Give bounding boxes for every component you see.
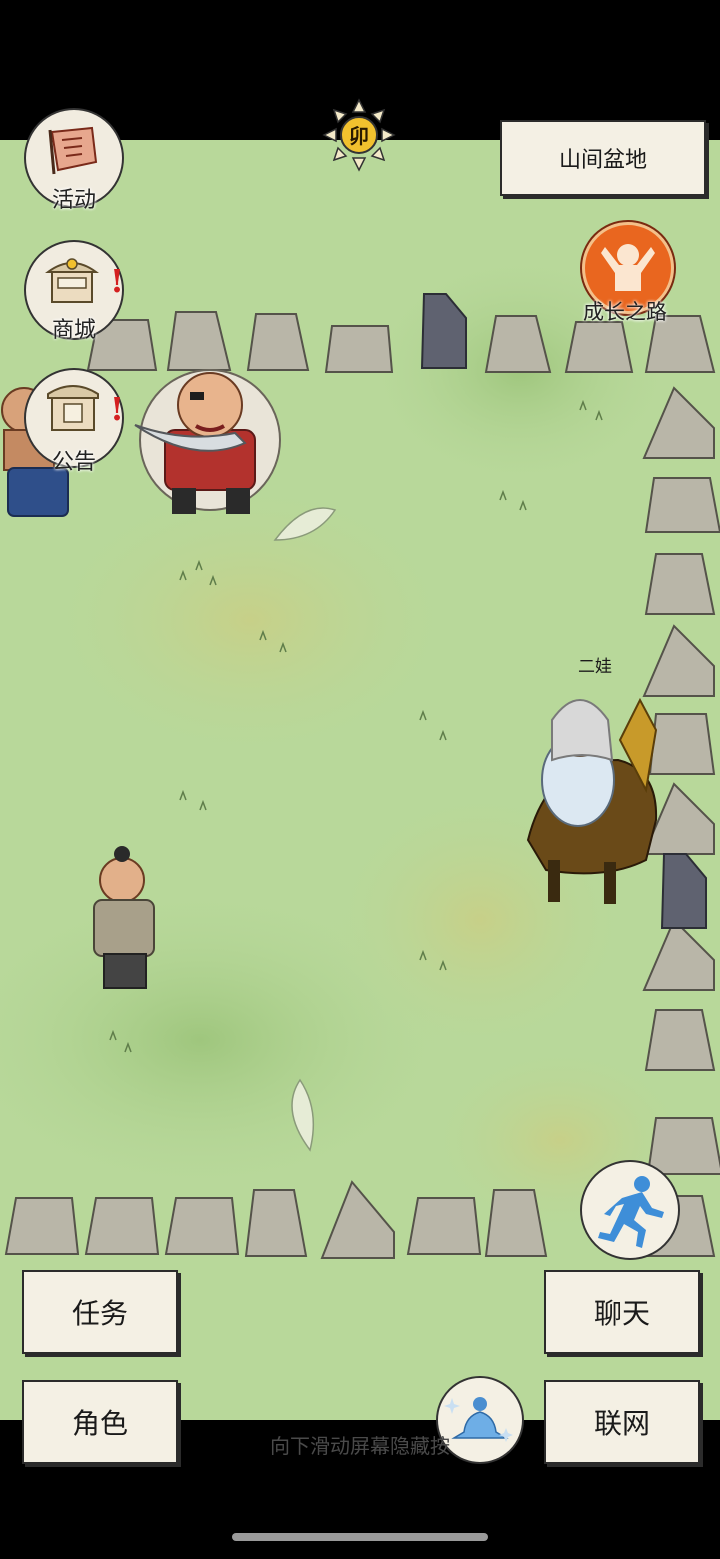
notice-button[interactable]: ! 公告 <box>24 368 124 475</box>
character-button[interactable]: 角色 <box>22 1380 178 1464</box>
online-button[interactable]: 联网 <box>544 1380 700 1464</box>
quest-button[interactable]: 任务 <box>22 1270 178 1354</box>
swipe-hint: 向下滑动屏幕隐藏按 <box>270 1434 450 1458</box>
shop-label: 商城 <box>51 318 96 343</box>
notice-alert-icon: ! <box>109 390 124 428</box>
events-label: 活动 <box>51 188 96 213</box>
home-indicator[interactable] <box>232 1533 488 1541</box>
run-toggle-button[interactable] <box>580 1160 680 1260</box>
events-button[interactable]: 活动 <box>24 108 124 213</box>
location-name: 山间盆地 <box>500 120 706 196</box>
player-name: 二娃 <box>578 657 612 677</box>
shop-icon <box>44 258 100 303</box>
villager-npc <box>93 846 155 989</box>
time-of-day-badge: 卯 <box>322 98 396 172</box>
notice-board-icon <box>47 385 99 431</box>
shop-alert-icon: ! <box>109 262 124 300</box>
banner-icon <box>48 126 98 175</box>
shop-button[interactable]: ! 商城 <box>24 240 124 343</box>
growth-path-label: 成长之路 <box>583 300 667 324</box>
running-icon <box>598 1176 664 1248</box>
notice-label: 公告 <box>51 450 96 475</box>
chat-button[interactable]: 聊天 <box>544 1270 700 1354</box>
time-glyph: 卯 <box>349 124 369 148</box>
